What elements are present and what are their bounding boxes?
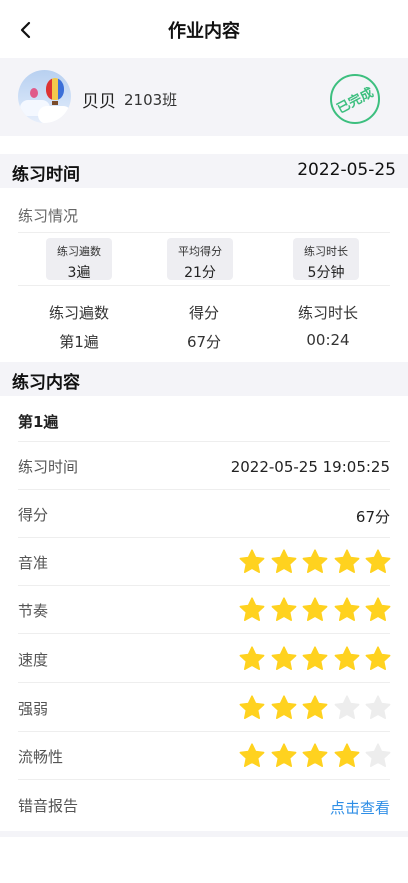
- chip-value: 3遍: [67, 265, 91, 281]
- star-filled-icon: [238, 645, 266, 673]
- time-label: 练习时间: [18, 458, 79, 476]
- bottom-divider: [0, 831, 408, 837]
- avatar: [18, 70, 71, 123]
- rating-label: 强弱: [18, 700, 49, 718]
- rating-label: 流畅性: [18, 748, 64, 766]
- practice-time-header: 练习时间 2022-05-25: [0, 154, 408, 188]
- practice-date: 2022-05-25: [297, 160, 396, 180]
- pass-row: 第1遍: [18, 401, 390, 442]
- column-header: 练习时长: [297, 304, 358, 322]
- star-filled-icon: [270, 742, 298, 770]
- completed-stamp: 已完成: [330, 74, 380, 124]
- star-filled-icon: [270, 596, 298, 624]
- star-filled-icon: [270, 548, 298, 576]
- star-filled-icon: [333, 742, 361, 770]
- chip-label: 平均得分: [178, 245, 222, 258]
- practice-summary: 练习情况 练习遍数 3遍 平均得分 21分 练习时长 5分钟 练习遍数 第1遍 …: [0, 194, 408, 356]
- star-rating: [235, 694, 393, 722]
- star-filled-icon: [270, 645, 298, 673]
- star-empty-icon: [364, 742, 392, 770]
- star-rating: [235, 645, 393, 673]
- report-label: 错音报告: [18, 797, 79, 815]
- star-rating: [235, 548, 393, 576]
- column-duration: 练习时长 00:24: [273, 302, 383, 349]
- star-filled-icon: [364, 548, 392, 576]
- chip-average-score: 平均得分 21分: [167, 238, 233, 281]
- completed-stamp-text: 已完成: [335, 84, 377, 117]
- star-filled-icon: [301, 548, 329, 576]
- practice-content-title: 练习内容: [12, 373, 80, 393]
- rating-label: 速度: [18, 651, 49, 669]
- time-row: 练习时间 2022-05-25 19:05:25: [18, 442, 390, 490]
- rating-row: 强弱: [18, 684, 393, 732]
- student-class: 2103班: [124, 91, 178, 109]
- column-header: 得分: [188, 304, 219, 322]
- report-row: 错音报告 点击查看: [18, 781, 390, 829]
- column-score: 得分 67分: [149, 302, 259, 352]
- star-filled-icon: [238, 694, 266, 722]
- star-rating: [235, 742, 393, 770]
- score-label: 得分: [18, 506, 49, 524]
- star-filled-icon: [238, 742, 266, 770]
- view-report-link[interactable]: 点击查看: [330, 797, 390, 818]
- score-value: 67分: [355, 508, 390, 526]
- chip-practice-count: 练习遍数 3遍: [46, 238, 112, 281]
- rating-row: 节奏: [18, 586, 393, 634]
- star-filled-icon: [333, 645, 361, 673]
- star-filled-icon: [333, 548, 361, 576]
- rating-row: 速度: [18, 635, 393, 683]
- chip-value: 5分钟: [307, 265, 345, 281]
- star-empty-icon: [364, 694, 392, 722]
- student-name: 贝贝: [82, 92, 116, 112]
- column-header: 练习遍数: [48, 304, 109, 322]
- column-value: 00:24: [306, 331, 350, 349]
- student-profile: 贝贝 2103班 已完成: [0, 58, 408, 136]
- chip-practice-duration: 练习时长 5分钟: [293, 238, 359, 281]
- divider: [18, 232, 390, 233]
- score-row: 得分 67分: [18, 490, 390, 538]
- column-value: 67分: [186, 333, 222, 351]
- star-filled-icon: [270, 694, 298, 722]
- star-filled-icon: [238, 548, 266, 576]
- nav-bar: 作业内容: [0, 0, 408, 58]
- star-filled-icon: [301, 742, 329, 770]
- time-value: 2022-05-25 19:05:25: [230, 458, 390, 476]
- practice-time-label: 练习时间: [12, 165, 80, 185]
- star-filled-icon: [364, 596, 392, 624]
- practice-content-header: 练习内容: [0, 362, 408, 396]
- chip-value: 21分: [184, 265, 216, 281]
- star-empty-icon: [333, 694, 361, 722]
- star-filled-icon: [333, 596, 361, 624]
- star-filled-icon: [301, 645, 329, 673]
- column-value: 第1遍: [59, 333, 99, 351]
- column-practice-count: 练习遍数 第1遍: [24, 302, 134, 352]
- star-filled-icon: [364, 645, 392, 673]
- chip-label: 练习时长: [304, 245, 348, 258]
- star-rating: [235, 596, 393, 624]
- star-filled-icon: [301, 596, 329, 624]
- rating-label: 节奏: [18, 602, 49, 620]
- summary-title: 练习情况: [18, 207, 79, 225]
- rating-row: 流畅性: [18, 732, 393, 780]
- chip-label: 练习遍数: [57, 245, 101, 258]
- divider: [18, 285, 390, 286]
- star-filled-icon: [238, 596, 266, 624]
- page-title: 作业内容: [168, 21, 240, 42]
- rating-row: 音准: [18, 538, 393, 586]
- star-filled-icon: [301, 694, 329, 722]
- pass-label: 第1遍: [18, 413, 59, 431]
- practice-content: 第1遍 练习时间 2022-05-25 19:05:25 得分 67分 音准 节…: [0, 401, 408, 831]
- rating-label: 音准: [18, 554, 49, 572]
